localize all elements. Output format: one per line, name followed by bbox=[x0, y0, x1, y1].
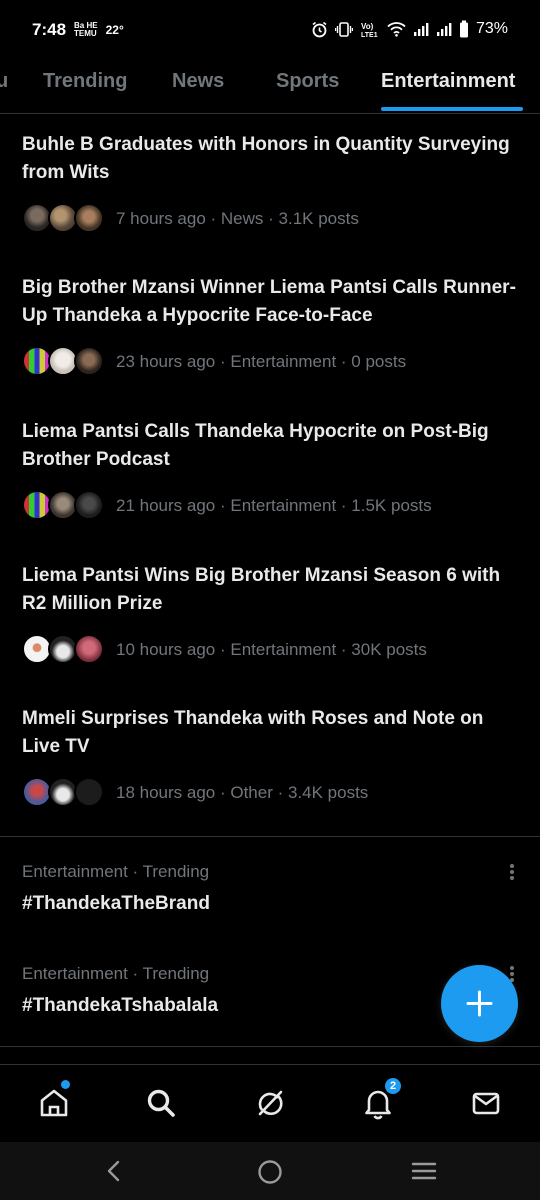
section-divider bbox=[0, 836, 540, 837]
story-avatars bbox=[22, 634, 104, 666]
status-temperature: 22° bbox=[105, 23, 124, 37]
status-bar: 7:48 Ba HE TEMU 22° Vo) LTE1 73% bbox=[0, 0, 540, 62]
explore-screen: 7:48 Ba HE TEMU 22° Vo) LTE1 73% u Trend… bbox=[0, 0, 540, 1200]
tab-trending[interactable]: Trending bbox=[43, 70, 127, 93]
trend-category: Entertainment · Trending bbox=[22, 862, 210, 881]
home-icon bbox=[40, 1089, 68, 1117]
explore-tabs: u Trending News Sports Entertainment bbox=[0, 62, 540, 114]
battery-percentage: 73% bbox=[475, 20, 508, 37]
wifi-icon bbox=[387, 22, 406, 37]
vibrate-icon bbox=[334, 21, 353, 37]
news-story[interactable]: Mmeli Surprises Thandeka with Roses and … bbox=[22, 705, 522, 809]
story-avatars bbox=[22, 490, 104, 522]
news-story[interactable]: Liema Pantsi Calls Thandeka Hypocrite on… bbox=[22, 418, 522, 522]
notifications-badge: 2 bbox=[384, 1077, 402, 1095]
news-story[interactable]: Big Brother Mzansi Winner Liema Pantsi C… bbox=[22, 274, 522, 378]
trend-hashtag: #ThandekaTheBrand bbox=[22, 893, 210, 914]
story-avatars bbox=[22, 346, 104, 378]
grok-icon bbox=[258, 1090, 283, 1116]
nav-search[interactable] bbox=[143, 1085, 179, 1121]
nav-home[interactable] bbox=[36, 1080, 72, 1121]
story-title: Mmeli Surprises Thandeka with Roses and … bbox=[22, 708, 484, 757]
avatar bbox=[74, 634, 104, 664]
avatar bbox=[74, 203, 104, 233]
story-title: Liema Pantsi Wins Big Brother Mzansi Sea… bbox=[22, 565, 501, 614]
news-story[interactable]: Buhle B Graduates with Honors in Quantit… bbox=[22, 131, 522, 235]
news-story[interactable]: Liema Pantsi Wins Big Brother Mzansi Sea… bbox=[22, 562, 522, 666]
alarm-icon bbox=[312, 21, 327, 37]
status-small-label: Ba HE TEMU bbox=[74, 21, 98, 38]
section-divider bbox=[0, 1046, 540, 1047]
story-meta: 7 hours ago · News · 3.1K posts bbox=[116, 209, 359, 228]
more-options-icon[interactable] bbox=[508, 862, 516, 882]
tab-news[interactable]: News bbox=[172, 70, 224, 93]
trend-item[interactable]: Entertainment · Trending #ThandekaTheBra… bbox=[22, 862, 522, 915]
signal-icon bbox=[413, 22, 429, 36]
svg-text:Vo): Vo) bbox=[361, 22, 374, 31]
story-avatars bbox=[22, 203, 104, 235]
svg-text:LTE1: LTE1 bbox=[361, 32, 378, 38]
bottom-navigation: 2 bbox=[0, 1064, 540, 1142]
avatar bbox=[74, 346, 104, 376]
signal-icon bbox=[436, 22, 452, 36]
active-tab-indicator bbox=[381, 107, 523, 111]
plus-icon bbox=[466, 990, 493, 1017]
home-unread-dot bbox=[61, 1080, 70, 1089]
recent-apps-icon[interactable] bbox=[410, 1159, 438, 1183]
story-meta: 23 hours ago · Entertainment · 0 posts bbox=[116, 352, 407, 371]
story-title: Big Brother Mzansi Winner Liema Pantsi C… bbox=[22, 277, 516, 326]
story-title: Liema Pantsi Calls Thandeka Hypocrite on… bbox=[22, 421, 489, 470]
system-navigation-bar bbox=[0, 1142, 540, 1200]
home-button-icon[interactable] bbox=[257, 1159, 283, 1185]
story-avatars bbox=[22, 777, 104, 809]
story-meta: 21 hours ago · Entertainment · 1.5K post… bbox=[116, 496, 432, 515]
tab-sports[interactable]: Sports bbox=[276, 70, 339, 93]
volte-icon: Vo) LTE1 bbox=[361, 22, 378, 38]
story-meta: 10 hours ago · Entertainment · 30K posts bbox=[116, 640, 427, 659]
back-icon[interactable] bbox=[103, 1159, 125, 1183]
tab-for-you[interactable]: u bbox=[0, 70, 8, 93]
search-icon bbox=[147, 1089, 175, 1117]
tab-entertainment[interactable]: Entertainment bbox=[381, 70, 515, 93]
messages-icon bbox=[472, 1092, 500, 1115]
story-meta: 18 hours ago · Other · 3.4K posts bbox=[116, 783, 369, 802]
avatar bbox=[74, 777, 104, 807]
nav-notifications[interactable]: 2 bbox=[360, 1077, 402, 1121]
compose-post-button[interactable] bbox=[441, 965, 518, 1042]
nav-messages[interactable] bbox=[468, 1085, 504, 1121]
story-title: Buhle B Graduates with Honors in Quantit… bbox=[22, 134, 510, 183]
battery-icon bbox=[459, 20, 468, 38]
status-time: 7:48 bbox=[32, 20, 67, 39]
nav-grok[interactable] bbox=[252, 1085, 288, 1121]
avatar bbox=[74, 490, 104, 520]
